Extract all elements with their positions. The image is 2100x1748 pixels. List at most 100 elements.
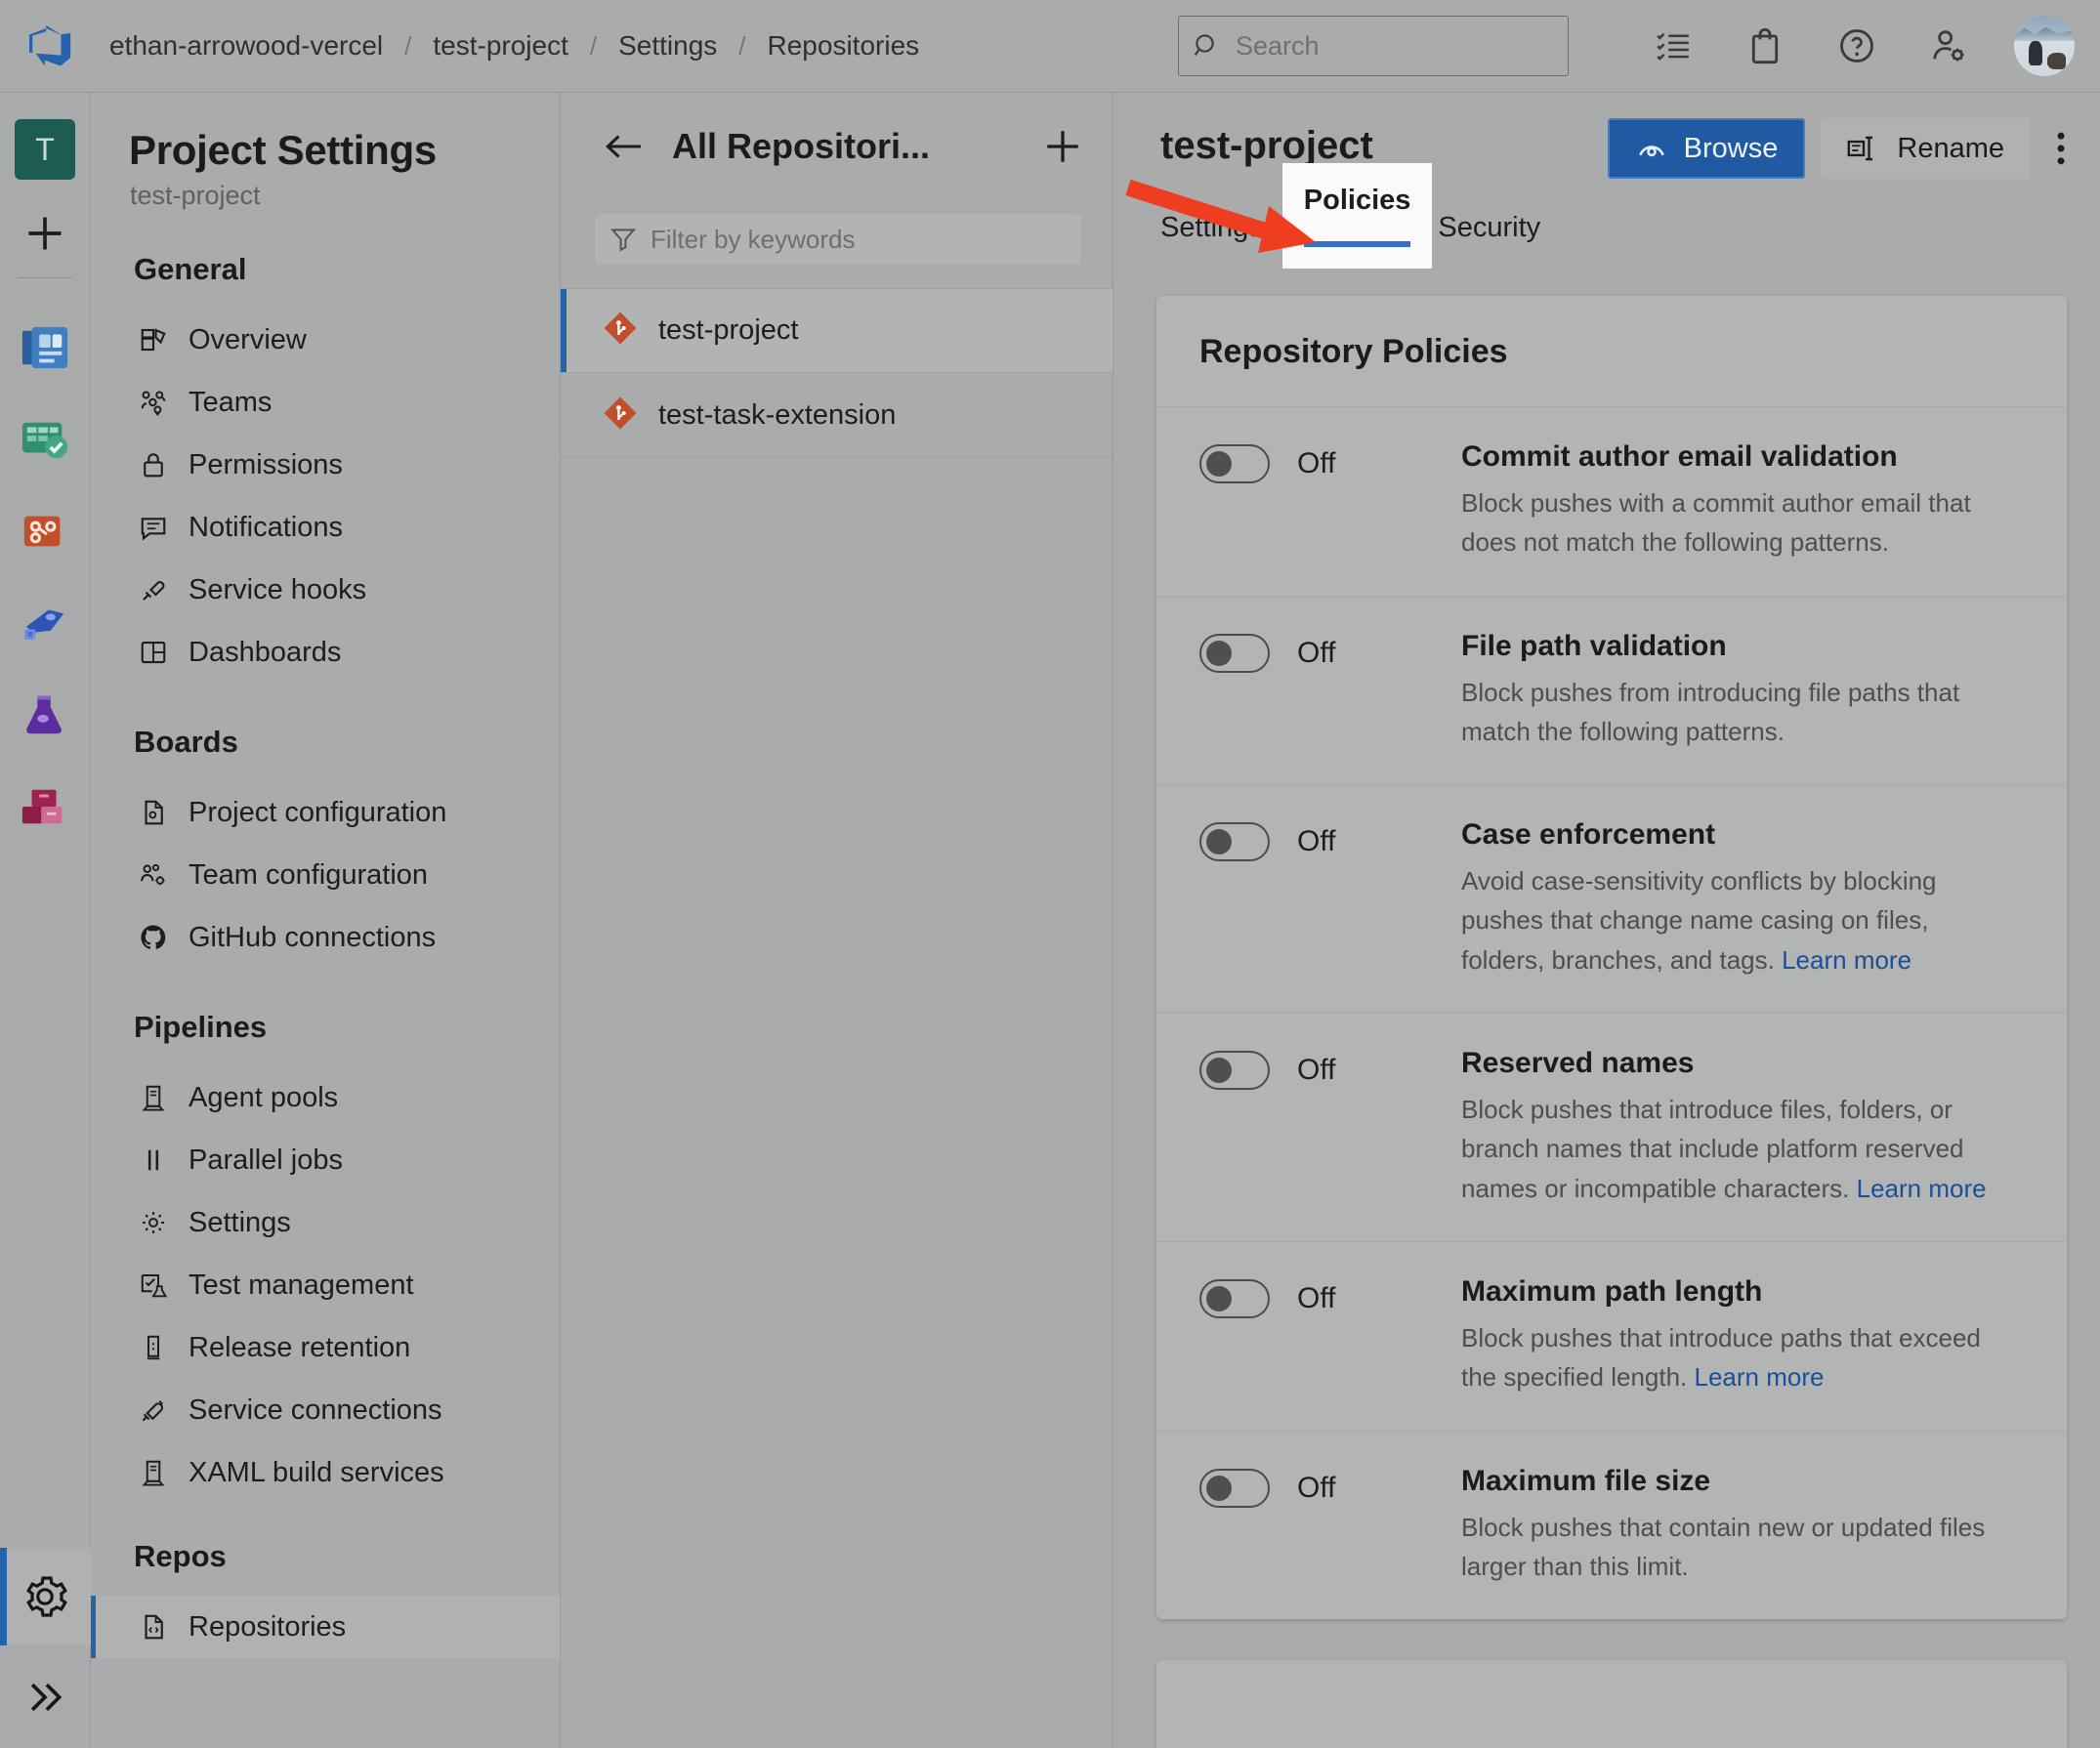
sidebar-item-parallel-jobs[interactable]: Parallel jobs — [91, 1129, 560, 1191]
policy-row: Off File path validation Block pushes fr… — [1156, 596, 2067, 785]
toggle-switch[interactable] — [1199, 1279, 1270, 1318]
policy-toggle-group[interactable]: Off — [1199, 1047, 1461, 1208]
artifacts-icon[interactable] — [13, 774, 77, 839]
user-settings-icon[interactable] — [1918, 16, 1979, 76]
policy-toggle-group[interactable]: Off — [1199, 440, 1461, 562]
filter-input[interactable]: Filter by keywords — [596, 214, 1081, 265]
funnel-icon — [609, 226, 637, 253]
toggle-switch[interactable] — [1199, 1051, 1270, 1090]
overview-icon[interactable] — [13, 315, 77, 380]
toggle-knob — [1206, 451, 1232, 477]
policy-toggle-group[interactable]: Off — [1199, 1275, 1461, 1397]
policy-row: Off Reserved names Block pushes that int… — [1156, 1013, 2067, 1241]
avatar-dog — [2047, 53, 2067, 68]
checklist-icon[interactable] — [1643, 16, 1703, 76]
nav-group-label: Repos — [134, 1539, 560, 1574]
repo-rows: test-project test-task-extension — [561, 288, 1113, 458]
toggle-switch[interactable] — [1199, 444, 1270, 483]
avatar[interactable] — [2014, 16, 2075, 76]
sidebar-item-notifications[interactable]: Notifications — [91, 496, 560, 559]
nav-group-repos: Repos Repositories — [91, 1539, 560, 1658]
policy-row: Off Commit author email validation Block… — [1156, 406, 2067, 596]
plus-icon[interactable] — [1040, 124, 1085, 169]
sidebar-item-dashboards[interactable]: Dashboards — [91, 621, 560, 684]
shopping-bag-icon[interactable] — [1735, 16, 1795, 76]
policy-row: Off Maximum path length Block pushes tha… — [1156, 1241, 2067, 1431]
rack-icon — [135, 1331, 172, 1364]
breadcrumb-repositories[interactable]: Repositories — [764, 30, 924, 62]
test-plans-icon[interactable] — [13, 683, 77, 747]
breadcrumb-project[interactable]: test-project — [429, 30, 572, 62]
nav-group-general: General Overview Teams Permissions Notif… — [91, 252, 560, 684]
toggle-state-label: Off — [1297, 444, 1335, 483]
sidebar-item-agent-pools[interactable]: Agent pools — [91, 1066, 560, 1129]
help-icon[interactable] — [1827, 16, 1887, 76]
sidebar-item-service-connections[interactable]: Service connections — [91, 1379, 560, 1441]
org-avatar[interactable]: T — [15, 119, 75, 180]
more-vertical-icon[interactable] — [2039, 118, 2082, 179]
repos-icon[interactable] — [13, 499, 77, 563]
sidebar-item-label: Permissions — [189, 449, 343, 481]
sidebar-item-overview[interactable]: Overview — [91, 309, 560, 371]
sidebar-item-label: Service hooks — [189, 574, 366, 606]
policy-description: Block pushes from introducing file paths… — [1461, 673, 1989, 752]
sidebar-item-pipelines-settings[interactable]: Settings — [91, 1191, 560, 1254]
repository-list-panel: All Repositori... Filter by keywords tes… — [561, 93, 1113, 1748]
list-item[interactable]: test-project — [561, 288, 1113, 373]
sidebar-item-label: XAML build services — [189, 1457, 444, 1489]
sidebar-item-permissions[interactable]: Permissions — [91, 434, 560, 496]
tab-security[interactable]: Security — [1438, 187, 1556, 269]
policy-toggle-group[interactable]: Off — [1199, 630, 1461, 752]
toggle-switch[interactable] — [1199, 822, 1270, 861]
arrow-left-icon[interactable] — [602, 125, 645, 168]
list-item[interactable]: test-task-extension — [561, 373, 1113, 458]
overview-icon — [135, 323, 172, 356]
rename-button-label: Rename — [1897, 133, 2004, 165]
search-input[interactable]: Search — [1178, 16, 1569, 76]
browse-button[interactable]: Browse — [1608, 118, 1806, 179]
policy-body: Commit author email validation Block pus… — [1461, 440, 2024, 562]
toggle-switch[interactable] — [1199, 634, 1270, 673]
policy-description-text: Block pushes from introducing file paths… — [1461, 678, 1959, 746]
server-icon — [135, 1081, 172, 1114]
rename-icon — [1846, 135, 1881, 162]
breadcrumb-settings[interactable]: Settings — [614, 30, 721, 62]
rail-divider — [18, 277, 72, 278]
repo-name: test-task-extension — [658, 399, 896, 432]
breadcrumb-org[interactable]: ethan-arrowood-vercel — [105, 30, 387, 62]
sidebar-item-teams[interactable]: Teams — [91, 371, 560, 434]
sidebar-item-release-retention[interactable]: Release retention — [91, 1316, 560, 1379]
double-chevron-right-icon[interactable] — [0, 1645, 91, 1748]
code-file-icon — [135, 1610, 172, 1644]
sidebar-item-xaml-build-services[interactable]: XAML build services — [91, 1441, 560, 1504]
learn-more-link[interactable]: Learn more — [1857, 1174, 1987, 1203]
main-header: test-project Browse Rename Settings Poli… — [1113, 93, 2100, 269]
tab-policies[interactable]: Policies — [1282, 163, 1433, 269]
card-title: Repository Policies — [1156, 296, 2067, 406]
learn-more-link[interactable]: Learn more — [1695, 1362, 1825, 1392]
sidebar-item-test-management[interactable]: Test management — [91, 1254, 560, 1316]
policy-toggle-group[interactable]: Off — [1199, 1465, 1461, 1587]
plus-icon[interactable] — [15, 203, 75, 264]
azure-devops-logo-icon[interactable] — [25, 20, 78, 72]
sidebar-item-team-configuration[interactable]: Team configuration — [91, 844, 560, 906]
sidebar-item-github-connections[interactable]: GitHub connections — [91, 906, 560, 969]
sidebar-item-service-hooks[interactable]: Service hooks — [91, 559, 560, 621]
sidebar-item-repositories[interactable]: Repositories — [91, 1596, 560, 1658]
browse-icon — [1635, 134, 1668, 163]
rail-settings-icon[interactable] — [0, 1548, 91, 1645]
sidebar-item-label: Repositories — [189, 1611, 346, 1644]
policy-row: Off Case enforcement Avoid case-sensitiv… — [1156, 784, 2067, 1013]
policy-description: Block pushes with a commit author email … — [1461, 483, 1989, 562]
rename-button[interactable]: Rename — [1821, 118, 2030, 179]
learn-more-link[interactable]: Learn more — [1782, 945, 1911, 975]
sidebar-item-project-configuration[interactable]: Project configuration — [91, 781, 560, 844]
pipelines-icon[interactable] — [13, 591, 77, 655]
policy-description: Avoid case-sensitivity conflicts by bloc… — [1461, 861, 1989, 979]
policy-description-text: Block pushes that contain new or updated… — [1461, 1513, 1985, 1581]
next-policies-card — [1156, 1660, 2067, 1748]
policy-toggle-group[interactable]: Off — [1199, 818, 1461, 979]
toggle-switch[interactable] — [1199, 1469, 1270, 1508]
tab-settings[interactable]: Settings — [1160, 187, 1279, 269]
boards-icon[interactable] — [13, 407, 77, 472]
